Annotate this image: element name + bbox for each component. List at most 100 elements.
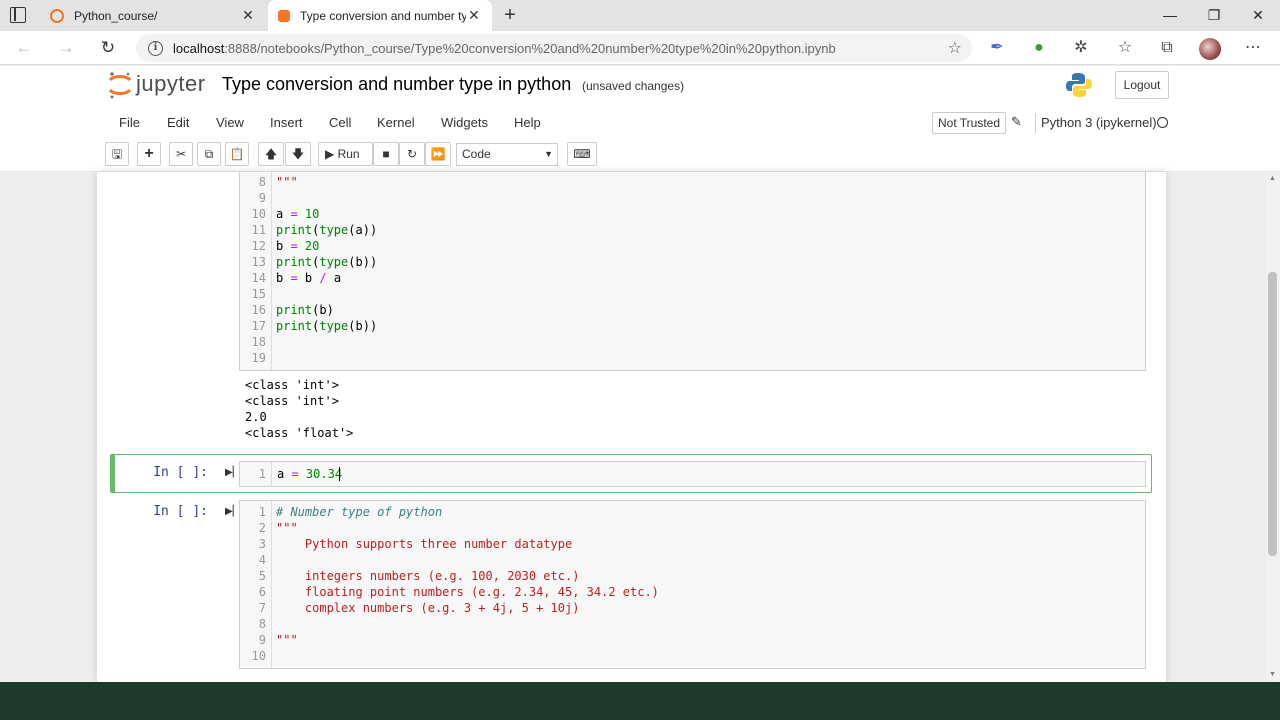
menu-widgets[interactable]: Widgets: [441, 115, 488, 130]
kernel-divider: [1035, 113, 1036, 133]
line-number: 9: [258, 633, 266, 647]
python-logo-icon: [1066, 73, 1092, 97]
minimize-button[interactable]: —: [1148, 0, 1192, 31]
notebook-toolbar: 🖫 + ✂ ⧉ 📋 🡅 🡇 ▶ Run ■ ↻ ⏩ ⌨: [105, 142, 1173, 168]
collections-icon[interactable]: ⧉: [1156, 37, 1178, 59]
menu-file[interactable]: File: [119, 115, 140, 130]
taskbar: [0, 682, 1280, 720]
extension-feather-icon[interactable]: ✒: [986, 37, 1008, 59]
code-line: print(type(b)): [276, 255, 378, 269]
arrow-down-icon: 🡇: [291, 147, 305, 161]
forward-button[interactable]: →: [54, 36, 78, 60]
cell-type-value: Code: [462, 147, 491, 161]
edit-pencil-icon[interactable]: ✎: [1011, 114, 1022, 130]
kernel-name: Python 3 (ipykernel): [1041, 115, 1157, 130]
line-number: 12: [251, 239, 266, 253]
run-label: Run: [337, 147, 360, 161]
jupyter-logo-icon: [108, 72, 132, 99]
menu-edit[interactable]: Edit: [167, 115, 189, 130]
back-button[interactable]: ←: [12, 36, 36, 60]
line-number: 8: [258, 175, 266, 189]
line-number: 1: [258, 505, 266, 519]
interrupt-button[interactable]: ■: [373, 142, 399, 166]
restore-button[interactable]: ❐: [1192, 0, 1236, 31]
fast-forward-icon: ⏩: [430, 147, 446, 161]
menu-insert[interactable]: Insert: [270, 115, 303, 130]
code-line: complex numbers (e.g. 3 + 4j, 5 + 10j): [276, 601, 580, 615]
code-line: a = 10: [276, 207, 320, 221]
line-number: 1: [258, 467, 266, 481]
code-line: # Number type of python: [276, 505, 443, 519]
copy-icon: ⧉: [204, 147, 214, 161]
line-number: 11: [251, 223, 266, 237]
kernel-status-icon: [1157, 117, 1168, 128]
code-cell-input[interactable]: [239, 172, 1146, 371]
chevron-down-icon: ▼: [544, 149, 553, 159]
line-number: 15: [251, 287, 266, 301]
line-number: 5: [258, 569, 266, 583]
logout-button[interactable]: Logout: [1115, 71, 1169, 99]
scroll-down-icon[interactable]: ▼: [1269, 671, 1276, 678]
run-button[interactable]: ▶ Run: [318, 142, 373, 166]
tab-actions-icon[interactable]: [10, 7, 26, 23]
new-tab-button[interactable]: +: [498, 3, 522, 27]
cell-type-select[interactable]: Code ▼: [456, 143, 558, 166]
menu-help[interactable]: Help: [514, 115, 541, 130]
line-number: 7: [258, 601, 266, 615]
code-line: print(type(a)): [276, 223, 378, 237]
tab-title: Python_course/: [74, 8, 158, 23]
copy-button[interactable]: ⧉: [197, 142, 221, 166]
line-number: 19: [251, 351, 266, 365]
text-cursor: [339, 467, 340, 481]
cell-output-line: 2.0: [245, 410, 267, 424]
browser-tab-notebook[interactable]: Type conversion and number typ ✕: [268, 0, 492, 31]
close-tab-icon[interactable]: ✕: [240, 7, 256, 24]
scissors-icon: ✂: [175, 147, 187, 161]
save-icon: 🖫: [111, 147, 123, 161]
extension-globe-icon[interactable]: ●: [1028, 37, 1050, 59]
close-tab-icon[interactable]: ✕: [466, 7, 482, 24]
reload-button[interactable]: ↻: [96, 36, 120, 60]
code-line: a = 30.34: [277, 467, 343, 481]
code-line: """: [276, 175, 298, 189]
extensions-puzzle-icon[interactable]: ✲: [1070, 37, 1092, 59]
more-menu-icon[interactable]: ⋯: [1242, 37, 1264, 59]
insert-cell-button[interactable]: +: [137, 142, 161, 166]
profile-avatar[interactable]: [1199, 38, 1221, 60]
code-cell-input[interactable]: 1 a = 30.34: [239, 461, 1146, 487]
paste-button[interactable]: 📋: [225, 142, 249, 166]
menu-view[interactable]: View: [216, 115, 244, 130]
scroll-up-icon[interactable]: ▲: [1269, 175, 1276, 182]
keyboard-icon: ⌨: [573, 147, 591, 161]
menu-kernel[interactable]: Kernel: [377, 115, 415, 130]
stop-icon: ■: [382, 147, 390, 161]
cut-button[interactable]: ✂: [169, 142, 193, 166]
line-number: 17: [251, 319, 266, 333]
move-up-button[interactable]: 🡅: [258, 142, 284, 166]
browser-tab-python-course[interactable]: Python_course/ ✕: [40, 0, 266, 31]
menu-cell[interactable]: Cell: [329, 115, 351, 130]
close-window-button[interactable]: ✕: [1236, 0, 1280, 31]
scrollbar-thumb[interactable]: [1268, 272, 1277, 556]
favorites-icon[interactable]: ☆: [1114, 37, 1136, 59]
restart-run-all-button[interactable]: ⏩: [425, 142, 451, 166]
save-button[interactable]: 🖫: [105, 142, 129, 166]
site-info-icon[interactable]: i: [148, 40, 163, 56]
move-down-button[interactable]: 🡇: [285, 142, 311, 166]
favorite-star-icon[interactable]: ☆: [948, 38, 962, 58]
line-number: 13: [251, 255, 266, 269]
jupyter-logo-text[interactable]: jupyter: [136, 71, 206, 97]
address-bar[interactable]: i localhost:8888/notebooks/Python_course…: [136, 34, 972, 62]
command-palette-button[interactable]: ⌨: [567, 142, 597, 166]
browser-tab-strip: Python_course/ ✕ Type conversion and num…: [0, 0, 1280, 31]
notebook-title[interactable]: Type conversion and number type in pytho…: [222, 74, 571, 95]
cell-prompt: In [ ]:: [153, 465, 208, 480]
trust-status-button[interactable]: Not Trusted: [932, 112, 1007, 134]
line-number: 6: [258, 585, 266, 599]
restart-button[interactable]: ↻: [399, 142, 425, 166]
tab-title: Type conversion and number typ: [300, 8, 466, 23]
restart-icon: ↻: [406, 147, 418, 161]
cell-output-line: <class 'float'>: [245, 426, 354, 440]
save-status: (unsaved changes): [582, 79, 685, 93]
code-line: Python supports three number datatype: [276, 537, 573, 551]
